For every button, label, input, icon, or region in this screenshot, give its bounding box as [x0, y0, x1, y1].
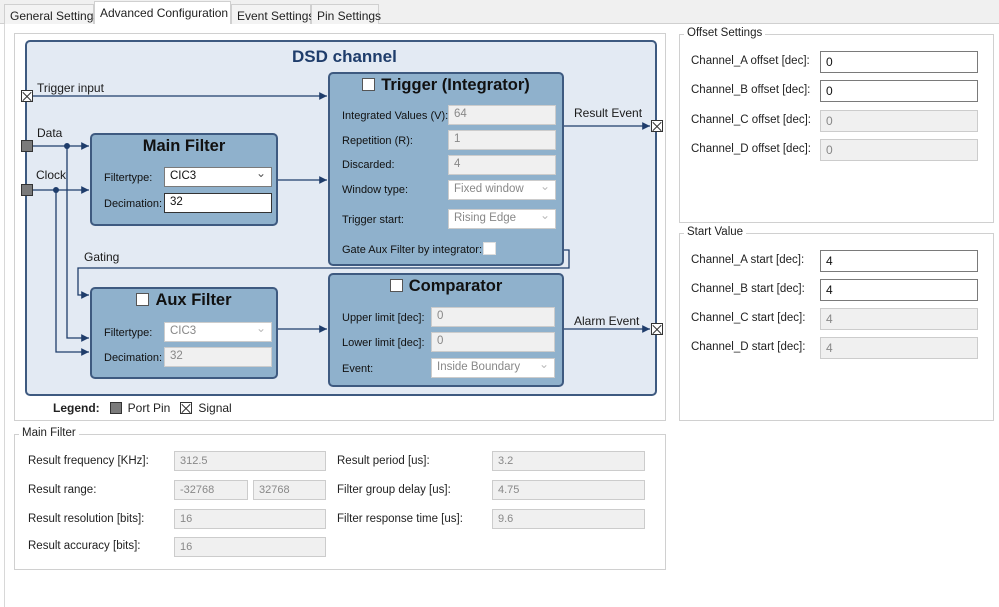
upper-limit-input[interactable]: 0 [431, 307, 555, 327]
result-resolution-label: Result resolution [bits]: [28, 513, 145, 525]
aux-filter-block: Aux Filter Filtertype: CIC3 Decimation: … [90, 287, 278, 379]
channel-c-offset-label: Channel_C offset [dec]: [691, 114, 811, 126]
signal-icon [180, 402, 193, 414]
result-accuracy-input[interactable]: 16 [174, 537, 326, 557]
trigger-input-label: Trigger input [37, 81, 104, 95]
discarded-label: Discarded: [342, 159, 395, 171]
legend-port-pin: Port Pin [127, 401, 171, 415]
gate-aux-label: Gate Aux Filter by integrator: [342, 244, 483, 256]
channel-c-offset-input[interactable]: 0 [820, 110, 978, 132]
legend: Legend: Port Pin Signal [53, 401, 232, 415]
clock-label: Clock [36, 168, 67, 182]
result-frequency-label: Result frequency [KHz]: [28, 455, 149, 467]
aux-filtertype-select[interactable]: CIC3 [164, 321, 272, 342]
aux-decimation-label: Decimation: [104, 352, 163, 364]
result-frequency-input[interactable]: 312.5 [174, 451, 326, 471]
clock-aux-wire [55, 190, 89, 356]
trigger-enable-checkbox[interactable] [362, 78, 376, 91]
alarm-event-signal-icon [651, 323, 663, 335]
channel-d-start-label: Channel_D start [dec]: [691, 341, 806, 353]
channel-d-offset-input[interactable]: 0 [820, 139, 978, 161]
result-period-input[interactable]: 3.2 [492, 451, 645, 471]
main-filtertype-label: Filtertype: [104, 172, 153, 184]
channel-b-start-label: Channel_B start [dec]: [691, 283, 805, 295]
main-filter-group-title: Main Filter [19, 427, 79, 439]
window-type-label: Window type: [342, 184, 409, 196]
channel-a-offset-input[interactable]: 0 [820, 51, 978, 73]
event-label: Event: [342, 363, 374, 375]
legend-signal: Signal [198, 401, 232, 415]
repetition-input[interactable]: 1 [448, 130, 556, 150]
legend-title: Legend: [53, 401, 100, 415]
integrated-values-label: Integrated Values (V): [342, 110, 449, 122]
filter-group-delay-label: Filter group delay [us]: [337, 484, 451, 496]
result-resolution-input[interactable]: 16 [174, 509, 326, 529]
window-type-select[interactable]: Fixed window [448, 179, 556, 200]
junction-dot [53, 187, 59, 193]
channel-b-offset-label: Channel_B offset [dec]: [691, 84, 811, 96]
comparator-enable-checkbox[interactable] [389, 279, 403, 292]
filter-response-time-label: Filter response time [us]: [337, 513, 463, 525]
channel-c-start-label: Channel_C start [dec]: [691, 312, 806, 324]
channel-b-start-input[interactable]: 4 [820, 279, 978, 301]
channel-d-start-input[interactable]: 4 [820, 337, 978, 359]
lower-limit-label: Lower limit [dec]: [342, 337, 425, 349]
aux-decimation-input[interactable]: 32 [164, 347, 272, 367]
integrated-values-input[interactable]: 64 [448, 105, 556, 125]
lower-limit-input[interactable]: 0 [431, 332, 555, 352]
trigger-start-label: Trigger start: [342, 214, 404, 226]
main-decimation-label: Decimation: [104, 198, 163, 210]
result-accuracy-label: Result accuracy [bits]: [28, 540, 141, 552]
offset-settings-title: Offset Settings [684, 27, 766, 39]
trigger-start-select[interactable]: Rising Edge [448, 208, 556, 229]
aux-filtertype-label: Filtertype: [104, 327, 153, 339]
channel-d-offset-label: Channel_D offset [dec]: [691, 143, 811, 155]
aux-filter-enable-checkbox[interactable] [136, 293, 150, 306]
channel-a-offset-label: Channel_A offset [dec]: [691, 55, 810, 67]
channel-a-start-label: Channel_A start [dec]: [691, 254, 805, 266]
data-label: Data [37, 126, 63, 140]
main-filter-block: Main Filter Filtertype: CIC3 Decimation:… [90, 133, 278, 226]
event-select[interactable]: Inside Boundary [431, 357, 555, 378]
channel-b-offset-input[interactable]: 0 [820, 80, 978, 102]
alarm-event-label: Alarm Event [574, 314, 640, 328]
comparator-block: Comparator Upper limit [dec]: 0 Lower li… [328, 273, 564, 387]
gating-label: Gating [84, 250, 120, 264]
trigger-block: Trigger (Integrator) Integrated Values (… [328, 72, 564, 266]
channel-c-start-input[interactable]: 4 [820, 308, 978, 330]
upper-limit-label: Upper limit [dec]: [342, 312, 425, 324]
clock-port-pin-icon [21, 184, 33, 196]
result-range-label: Result range: [28, 484, 97, 496]
result-event-label: Result Event [574, 106, 643, 120]
port-pin-icon [109, 402, 122, 414]
junction-dot [64, 143, 70, 149]
result-event-signal-icon [651, 120, 663, 132]
comparator-title: Comparator [408, 277, 503, 295]
start-value-title: Start Value [684, 226, 747, 238]
data-port-pin-icon [21, 140, 33, 152]
discarded-input[interactable]: 4 [448, 155, 556, 175]
repetition-label: Repetition (R): [342, 135, 413, 147]
filter-group-delay-input[interactable]: 4.75 [492, 480, 645, 500]
trigger-title: Trigger (Integrator) [381, 76, 530, 94]
main-decimation-input[interactable]: 32 [164, 193, 272, 213]
gate-aux-checkbox[interactable] [483, 242, 496, 255]
result-range-max-input[interactable]: 32768 [253, 480, 326, 500]
main-filter-title: Main Filter [142, 137, 226, 155]
result-period-label: Result period [us]: [337, 455, 430, 467]
result-range-min-input[interactable]: -32768 [174, 480, 248, 500]
main-filtertype-select[interactable]: CIC3 [164, 166, 272, 187]
aux-filter-title: Aux Filter [155, 291, 232, 309]
filter-response-time-input[interactable]: 9.6 [492, 509, 645, 529]
channel-a-start-input[interactable]: 4 [820, 250, 978, 272]
trigger-input-signal-icon [21, 90, 33, 102]
data-aux-wire [66, 146, 89, 342]
